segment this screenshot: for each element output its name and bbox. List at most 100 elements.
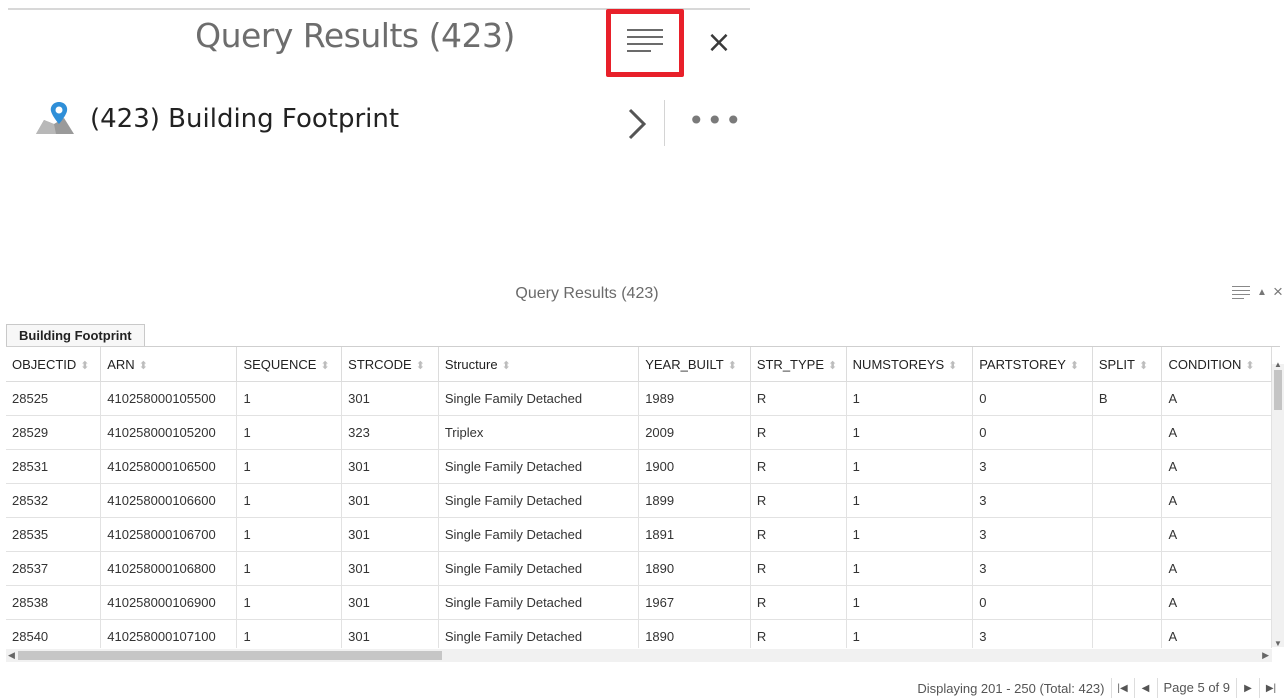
column-header-split[interactable]: SPLIT ⬍ (1092, 347, 1163, 382)
table-row[interactable]: 28532 410258000106600 1 301 Single Family De… (6, 483, 1272, 518)
table-row[interactable]: 28535 410258000106700 1 301 Single Family De… (6, 517, 1272, 552)
map-pin-layer-icon (34, 100, 78, 136)
column-header-arn[interactable]: ARN ⬍ (100, 347, 238, 382)
column-header-objectid[interactable]: OBJECTID ⬍ (6, 347, 102, 382)
prev-page-icon[interactable]: ◀ (1133, 678, 1157, 698)
scroll-left-icon[interactable]: ◀ (8, 649, 15, 662)
table-cell: 28531 (6, 449, 102, 484)
column-header-partstorey[interactable]: PARTSTOREY ⬍ (972, 347, 1093, 382)
close-icon[interactable]: × (1269, 283, 1286, 301)
table-cell: R (750, 517, 847, 552)
column-header-str_type[interactable]: STR_TYPE ⬍ (750, 347, 847, 382)
table-cell (1092, 517, 1163, 552)
table-cell: A (1161, 415, 1272, 450)
scrollbar-thumb[interactable] (18, 651, 442, 660)
table-cell: 3 (972, 517, 1093, 552)
table-cell: A (1161, 517, 1272, 552)
column-header-strcode[interactable]: STRCODE ⬍ (341, 347, 439, 382)
table-row[interactable]: 28525 410258000105500 1 301 Single Family De… (6, 381, 1272, 416)
column-header-label: SPLIT (1098, 356, 1135, 372)
column-header-label: ARN (107, 356, 135, 372)
top-panel: Query Results (423) × (423) Building Foo… (0, 0, 752, 200)
table-cell: R (750, 449, 847, 484)
results-table: OBJECTID ⬍ ARN ⬍ SEQUENCE ⬍ STRCODE ⬍ Structure ⬍… (6, 347, 1272, 648)
horizontal-scrollbar[interactable]: ◀ ▶ (6, 649, 1272, 662)
sort-icon[interactable]: ⬍ (416, 360, 425, 372)
table-row[interactable]: 28537 410258000106800 1 301 Single Family De… (6, 551, 1272, 586)
sort-icon[interactable]: ⬍ (139, 360, 148, 372)
column-header-label: SEQUENCE (243, 356, 317, 372)
scroll-up-icon[interactable]: ▲ (1274, 360, 1282, 369)
table-cell: 323 (341, 415, 439, 450)
table-cell: 410258000106800 (100, 551, 238, 586)
sort-icon[interactable]: ⬍ (502, 360, 511, 372)
table-cell: 1 (236, 517, 343, 552)
table-cell (1092, 415, 1163, 450)
table-cell: Single Family Detached (438, 585, 640, 620)
table-cell: A (1161, 585, 1272, 620)
vertical-scrollbar[interactable] (1272, 364, 1284, 647)
sort-icon[interactable]: ⬍ (828, 360, 837, 372)
table-cell: 28532 (6, 483, 102, 518)
page-label: Page 5 of 9 (1156, 678, 1237, 698)
sort-icon[interactable]: ⬍ (80, 360, 89, 372)
table-row[interactable]: 28529 410258000105200 1 323 Triplex 2009 R 1 0 A (6, 415, 1272, 450)
sort-icon[interactable]: ⬍ (1070, 360, 1079, 372)
scrollbar-thumb[interactable] (1274, 370, 1282, 410)
column-header-label: STRCODE (348, 356, 412, 372)
menu-lines-icon[interactable] (627, 29, 663, 57)
column-header-sequence[interactable]: SEQUENCE ⬍ (236, 347, 343, 382)
table-row[interactable]: 28540 410258000107100 1 301 Single Family De… (6, 619, 1272, 648)
table-row[interactable]: 28538 410258000106900 1 301 Single Family De… (6, 585, 1272, 620)
sort-icon[interactable]: ⬍ (728, 360, 737, 372)
tab-building-footprint[interactable]: Building Footprint (6, 324, 145, 346)
chevron-right-icon[interactable] (622, 104, 652, 144)
sort-icon[interactable]: ⬍ (948, 360, 957, 372)
table-cell: A (1161, 619, 1272, 648)
table-cell: 1 (846, 619, 974, 648)
collapse-icon[interactable]: ▲ (1255, 286, 1269, 300)
layer-title: (423) Building Footprint (90, 104, 400, 134)
menu-lines-icon[interactable] (1232, 286, 1250, 300)
column-header-label: PARTSTOREY (979, 356, 1066, 372)
table-cell (1092, 585, 1163, 620)
table-cell: 0 (972, 381, 1093, 416)
scroll-right-icon[interactable]: ▶ (1262, 649, 1269, 662)
table-cell: 1 (846, 415, 974, 450)
next-page-icon[interactable]: ▶ (1236, 678, 1259, 698)
table-cell: 301 (341, 585, 439, 620)
scroll-down-icon[interactable]: ▼ (1274, 639, 1282, 648)
column-header-label: STR_TYPE (756, 356, 824, 372)
table-cell: 1 (236, 483, 343, 518)
table-cell: 1 (846, 449, 974, 484)
more-dots-icon[interactable]: ••• (688, 106, 744, 136)
table-cell: 1900 (638, 449, 751, 484)
column-header-label: CONDITION (1168, 356, 1242, 372)
table-cell: A (1161, 449, 1272, 484)
table-cell: 301 (341, 381, 439, 416)
sort-icon[interactable]: ⬍ (1245, 360, 1254, 372)
table-cell: 1890 (638, 551, 751, 586)
sort-icon[interactable]: ⬍ (320, 360, 329, 372)
table-cell: 1 (846, 585, 974, 620)
column-header-label: YEAR_BUILT (645, 356, 724, 372)
column-header-structure[interactable]: Structure ⬍ (438, 347, 640, 382)
table-cell: R (750, 551, 847, 586)
table-cell: 1 (236, 415, 343, 450)
column-header-numstoreys[interactable]: NUMSTOREYS ⬍ (846, 347, 974, 382)
table-cell: 1 (236, 585, 343, 620)
table-row[interactable]: 28531 410258000106500 1 301 Single Family De… (6, 449, 1272, 484)
header-row: OBJECTID ⬍ ARN ⬍ SEQUENCE ⬍ STRCODE ⬍ Structure ⬍… (6, 347, 1272, 382)
table-cell: 28537 (6, 551, 102, 586)
close-icon[interactable]: × (703, 25, 735, 61)
table-cell: R (750, 619, 847, 648)
sort-icon[interactable]: ⬍ (1139, 360, 1148, 372)
first-page-icon[interactable]: |◀ (1110, 678, 1134, 698)
layer-row[interactable]: (423) Building Footprint ••• (0, 100, 752, 150)
last-page-icon[interactable]: ▶| (1259, 678, 1282, 698)
column-header-label: Structure (444, 356, 498, 372)
table-cell: Single Family Detached (438, 619, 640, 648)
table-cell: 0 (972, 415, 1093, 450)
column-header-condition[interactable]: CONDITION ⬍ (1161, 347, 1272, 382)
column-header-year_built[interactable]: YEAR_BUILT ⬍ (638, 347, 751, 382)
